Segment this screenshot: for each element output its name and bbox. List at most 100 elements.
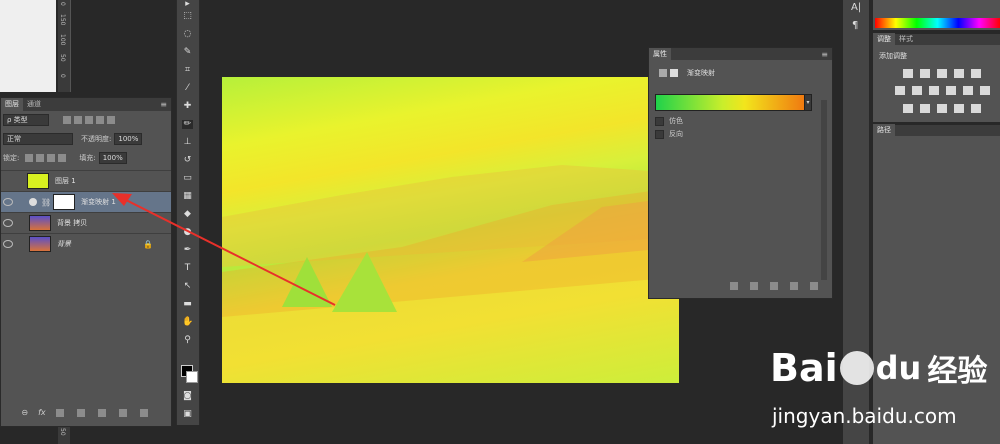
eye-icon[interactable] bbox=[3, 219, 13, 227]
baidu-jingyan-watermark: Bai du 经验 jingyan.baidu.com bbox=[770, 338, 995, 438]
view-previous-icon[interactable] bbox=[750, 282, 758, 290]
posterize-icon[interactable] bbox=[920, 104, 930, 113]
fx-icon[interactable]: fx bbox=[38, 408, 46, 417]
vibrance-icon[interactable] bbox=[971, 69, 981, 78]
paragraph-panel-icon[interactable]: ¶ bbox=[852, 20, 858, 31]
filter-pixel-icon[interactable] bbox=[63, 116, 71, 124]
layer-thumbnail bbox=[29, 236, 51, 252]
lock-label: 锁定: bbox=[3, 154, 20, 162]
tab-styles[interactable]: 样式 bbox=[895, 33, 917, 46]
background-color-swatch[interactable] bbox=[186, 371, 198, 383]
exposure-icon[interactable] bbox=[954, 69, 964, 78]
tab-adjustments[interactable]: 调整 bbox=[873, 33, 895, 46]
lasso-tool-icon[interactable]: ◌ bbox=[182, 30, 193, 39]
color-lookup-icon[interactable] bbox=[980, 86, 990, 95]
hand-tool-icon[interactable]: ✋ bbox=[182, 318, 193, 327]
reset-icon[interactable] bbox=[770, 282, 778, 290]
lock-pixels-icon[interactable] bbox=[25, 154, 34, 162]
gradient-picker[interactable] bbox=[655, 94, 805, 111]
new-group-icon[interactable] bbox=[97, 408, 106, 417]
baidu-paw-icon bbox=[839, 351, 874, 385]
annotation-arrow bbox=[112, 193, 336, 306]
quick-mask-icon[interactable]: ◙ bbox=[182, 392, 193, 401]
panel-menu-icon[interactable]: ≡ bbox=[821, 50, 828, 59]
kind-filter-select[interactable]: ρ 类型 bbox=[3, 114, 49, 126]
link-icon[interactable]: ⛓ bbox=[41, 198, 51, 207]
brightness-icon[interactable] bbox=[903, 69, 913, 78]
gradient-dropdown-icon[interactable]: ▾ bbox=[804, 94, 812, 111]
filter-smart-icon[interactable] bbox=[107, 116, 115, 124]
eraser-tool-icon[interactable]: ▭ bbox=[182, 174, 193, 183]
crop-tool-icon[interactable]: ⌗ bbox=[182, 66, 193, 75]
zoom-tool-icon[interactable]: ⚲ bbox=[182, 336, 193, 345]
link-layers-icon[interactable]: ⊖ bbox=[21, 408, 28, 417]
selective-color-icon[interactable] bbox=[971, 104, 981, 113]
screen-mode-icon[interactable]: ▣ bbox=[182, 410, 193, 419]
watermark-brand: Bai bbox=[770, 346, 838, 390]
curves-icon[interactable] bbox=[937, 69, 947, 78]
ruler-number: 0 bbox=[59, 74, 66, 78]
mask-icon[interactable] bbox=[670, 69, 678, 77]
stamp-tool-icon[interactable]: ⊥ bbox=[182, 138, 193, 147]
add-mask-icon[interactable] bbox=[55, 408, 64, 417]
threshold-icon[interactable] bbox=[937, 104, 947, 113]
visibility-empty[interactable] bbox=[3, 177, 11, 185]
gradient-map-icon[interactable] bbox=[954, 104, 964, 113]
opacity-field[interactable]: 100% bbox=[114, 133, 143, 145]
eye-icon[interactable] bbox=[3, 240, 13, 248]
adjustments-tab-row: 调整 样式 bbox=[873, 33, 1000, 46]
tab-layers[interactable]: 图层 bbox=[1, 98, 23, 111]
move-tool-icon[interactable]: ▸ bbox=[182, 0, 193, 9]
layer-thumbnail bbox=[27, 173, 49, 189]
blend-mode-select[interactable]: 正常 bbox=[3, 133, 73, 145]
color-balance-icon[interactable] bbox=[912, 86, 922, 95]
reverse-checkbox[interactable] bbox=[655, 129, 664, 139]
layer-mask-thumbnail[interactable] bbox=[53, 194, 76, 210]
brush-tool-icon[interactable]: ✏ bbox=[182, 120, 193, 129]
delete-icon[interactable] bbox=[139, 408, 148, 417]
tab-paths[interactable]: 路径 bbox=[873, 124, 895, 137]
fill-field[interactable]: 100% bbox=[98, 152, 127, 164]
levels-icon[interactable] bbox=[920, 69, 930, 78]
color-spectrum[interactable] bbox=[875, 18, 1000, 28]
ruler-number: 150 bbox=[59, 14, 66, 26]
panel-menu-icon[interactable]: ≡ bbox=[160, 100, 167, 109]
bw-icon[interactable] bbox=[929, 86, 939, 95]
character-panel-icon[interactable]: A| bbox=[851, 2, 861, 13]
paths-tab-row: 路径 bbox=[873, 124, 1000, 137]
dither-checkbox[interactable] bbox=[655, 116, 664, 126]
hue-icon[interactable] bbox=[895, 86, 905, 95]
new-layer-icon[interactable] bbox=[118, 408, 127, 417]
healing-icon[interactable]: ✚ bbox=[182, 102, 193, 111]
filter-shape-icon[interactable] bbox=[96, 116, 104, 124]
marquee-tool-icon[interactable]: ⬚ bbox=[182, 12, 193, 21]
clip-to-layer-icon[interactable] bbox=[730, 282, 738, 290]
scrollbar[interactable] bbox=[821, 100, 827, 280]
lock-move-icon[interactable] bbox=[47, 154, 56, 162]
delete-icon[interactable] bbox=[810, 282, 818, 290]
tab-properties[interactable]: 属性 bbox=[649, 47, 671, 61]
history-brush-icon[interactable]: ↺ bbox=[182, 156, 193, 165]
quick-select-icon[interactable]: ✎ bbox=[182, 48, 193, 57]
vertical-ruler-bottom: 50 bbox=[58, 425, 70, 444]
dither-label: 仿色 bbox=[669, 117, 683, 125]
photo-filter-icon[interactable] bbox=[946, 86, 956, 95]
visibility-icon[interactable] bbox=[790, 282, 798, 290]
adjustment-name: 渐变映射 bbox=[687, 69, 715, 77]
layer-row[interactable]: 图层 1 bbox=[1, 170, 171, 191]
channel-mixer-icon[interactable] bbox=[963, 86, 973, 95]
tab-channels[interactable]: 通道 bbox=[23, 98, 45, 111]
lock-paint-icon[interactable] bbox=[36, 154, 45, 162]
invert-icon[interactable] bbox=[903, 104, 913, 113]
fill-label: 填充: bbox=[79, 154, 96, 162]
eye-icon[interactable] bbox=[3, 198, 13, 206]
layer-name: 背景 拷贝 bbox=[57, 219, 88, 227]
filter-adjust-icon[interactable] bbox=[74, 116, 82, 124]
layer-thumbnail bbox=[29, 215, 51, 231]
new-adjustment-icon[interactable] bbox=[76, 408, 85, 417]
watermark-jingyan: 经验 bbox=[927, 354, 988, 389]
lock-all-icon[interactable] bbox=[58, 154, 67, 162]
eyedropper-icon[interactable]: ⁄ bbox=[182, 84, 193, 93]
reverse-label: 反向 bbox=[669, 130, 683, 138]
filter-type-icon[interactable] bbox=[85, 116, 93, 124]
